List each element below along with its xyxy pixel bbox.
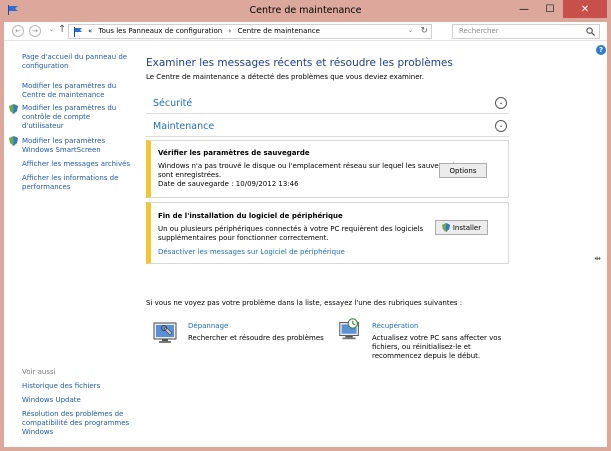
- recovery-line: Actualisez votre PC sans affecter vos: [372, 334, 502, 342]
- section-maintenance[interactable]: Maintenance ⌄: [146, 117, 509, 137]
- see-also-windows-update[interactable]: Windows Update: [22, 396, 81, 405]
- recovery-icon[interactable]: [336, 317, 364, 343]
- client-area: ← → ⌄ ↑ « Tous les Panneaux de configura…: [4, 22, 607, 447]
- title-bar[interactable]: Centre de maintenance — ☐ ✕: [0, 0, 611, 22]
- see-also-line: Windows Update: [22, 396, 81, 404]
- maximize-button[interactable]: ☐: [537, 0, 563, 18]
- expand-maintenance-chevron-down-icon[interactable]: ⌄: [495, 120, 507, 132]
- message-text: Un ou plusieurs périphériques connectés …: [158, 225, 423, 243]
- page-subtitle: Le Centre de maintenance a détecté des p…: [146, 73, 424, 81]
- nav-change-uac-settings[interactable]: Modifier les paramètres du contrôle de c…: [22, 104, 116, 131]
- nav-item-line: Modifier les paramètres du: [22, 82, 117, 90]
- breadcrumb-separator[interactable]: ›: [228, 27, 231, 35]
- message-device-software: Fin de l'installation du logiciel de pér…: [146, 202, 509, 264]
- search-input[interactable]: Rechercher: [452, 24, 600, 39]
- install-button[interactable]: Installer: [435, 220, 488, 235]
- see-also-compatibility-troubleshooter[interactable]: Résolution des problèmes de compatibilit…: [22, 410, 129, 437]
- troubleshooting-description: Rechercher et résoudre des problèmes: [188, 334, 324, 342]
- nav-home-line-2: configuration: [22, 62, 69, 70]
- see-also-line: Résolution des problèmes de: [22, 410, 124, 418]
- breadcrumb-action-center[interactable]: Centre de maintenance: [238, 27, 320, 35]
- message-text: Windows n'a pas trouvé le disque ou l'em…: [158, 162, 463, 189]
- nav-change-smartscreen-settings[interactable]: Modifier les paramètres Windows SmartScr…: [22, 137, 105, 155]
- nav-item-line: Modifier les paramètres: [22, 137, 106, 145]
- recovery-link[interactable]: Récupération: [372, 322, 418, 330]
- left-navigation: Page d'accueil du panneau de configurati…: [4, 42, 132, 447]
- refresh-icon[interactable]: ↻: [420, 26, 428, 36]
- nav-item-line: d'utilisateur: [22, 122, 64, 130]
- message-line: Windows n'a pas trouvé le disque ou l'em…: [158, 162, 463, 170]
- see-also-file-history[interactable]: Historique des fichiers: [22, 382, 100, 391]
- search-icon[interactable]: [586, 27, 595, 36]
- back-button[interactable]: ←: [12, 25, 24, 37]
- uac-shield-icon: [441, 223, 450, 232]
- message-line: supplémentaires pour fonctionner correct…: [158, 234, 329, 242]
- message-title: Fin de l'installation du logiciel de pér…: [158, 212, 343, 220]
- message-line: sont enregistrées.: [158, 171, 222, 179]
- page-title: Examiner les messages récents et résoudr…: [146, 57, 453, 69]
- expand-security-chevron-down-icon[interactable]: ⌄: [495, 97, 507, 109]
- section-maintenance-label: Maintenance: [153, 121, 215, 132]
- breadcrumb-control-panel[interactable]: Tous les Panneaux de configuration: [99, 27, 223, 35]
- address-field[interactable]: « Tous les Panneaux de configuration › C…: [68, 24, 432, 39]
- address-dropdown-chevron-down-icon[interactable]: ⌄: [408, 27, 413, 34]
- nav-item-line: Centre de maintenance: [22, 91, 105, 99]
- close-button[interactable]: ✕: [563, 0, 607, 18]
- nav-item-line: contrôle de compte: [22, 113, 91, 121]
- disable-device-software-messages-link[interactable]: Désactiver les messages sur Logiciel de …: [158, 248, 345, 256]
- up-button[interactable]: ↑: [58, 24, 66, 35]
- message-title: Vérifier les paramètres de sauvegarde: [158, 149, 310, 157]
- nav-control-panel-home[interactable]: Page d'accueil du panneau de configurati…: [22, 53, 127, 71]
- options-button[interactable]: Options: [439, 163, 487, 178]
- troubleshooting-icon[interactable]: [152, 319, 180, 345]
- nav-item-line: Windows SmartScreen: [22, 146, 101, 154]
- recovery-line: recommencez depuis le début.: [372, 352, 481, 360]
- minimize-button[interactable]: —: [511, 0, 537, 18]
- section-security-label: Sécurité: [153, 98, 193, 109]
- resize-cursor-icon: ⇹: [594, 254, 601, 263]
- uac-shield-icon: [9, 136, 18, 146]
- see-also-line: Historique des fichiers: [22, 382, 101, 390]
- forward-button[interactable]: →: [29, 25, 41, 37]
- nav-item-line: Afficher les messages archivés: [22, 160, 131, 168]
- see-also-line: Windows: [22, 428, 54, 436]
- nav-view-archived-messages[interactable]: Afficher les messages archivés: [22, 160, 130, 169]
- section-security[interactable]: Sécurité ⌄: [146, 94, 509, 114]
- uac-shield-icon: [9, 104, 18, 114]
- see-also-line: compatibilité des programmes: [22, 419, 130, 427]
- recovery-description: Actualisez votre PC sans affecter vos fi…: [372, 334, 501, 361]
- window-frame: Centre de maintenance — ☐ ✕ ← → ⌄ ↑ « To…: [0, 0, 611, 451]
- nav-item-line: Modifier les paramètres du: [22, 104, 117, 112]
- troubleshoot-hint: Si vous ne voyez pas votre problème dans…: [146, 299, 463, 307]
- install-button-label: Installer: [452, 223, 482, 232]
- see-also-heading: Voir aussi: [22, 368, 56, 376]
- help-icon[interactable]: ?: [596, 45, 606, 55]
- flag-icon: [74, 27, 82, 37]
- recent-pages-chevron-down-icon[interactable]: ⌄: [49, 26, 54, 33]
- nav-home-line-1: Page d'accueil du panneau de: [22, 53, 128, 61]
- nav-view-performance-info[interactable]: Afficher les informations de performance…: [22, 174, 118, 192]
- breadcrumb: « Tous les Panneaux de configuration › C…: [88, 27, 320, 35]
- message-line: Date de sauvegarde : 10/09/2012 13:46: [158, 180, 299, 188]
- search-placeholder: Rechercher: [459, 27, 499, 35]
- nav-change-action-center-settings[interactable]: Modifier les paramètres du Centre de mai…: [22, 82, 116, 100]
- recovery-line: fichiers, ou réinitialisez-le et: [372, 343, 471, 351]
- main-content: ? Examiner les messages récents et résou…: [140, 42, 607, 447]
- address-bar: ← → ⌄ ↑ « Tous les Panneaux de configura…: [4, 22, 607, 41]
- window-controls: — ☐ ✕: [511, 0, 607, 18]
- message-line: Un ou plusieurs périphériques connectés …: [158, 225, 424, 233]
- message-backup-settings: Vérifier les paramètres de sauvegarde Wi…: [146, 140, 509, 198]
- nav-item-line: Afficher les informations de: [22, 174, 119, 182]
- nav-item-line: performances: [22, 183, 71, 191]
- troubleshooting-link[interactable]: Dépannage: [188, 322, 228, 330]
- breadcrumb-overflow[interactable]: «: [88, 27, 92, 35]
